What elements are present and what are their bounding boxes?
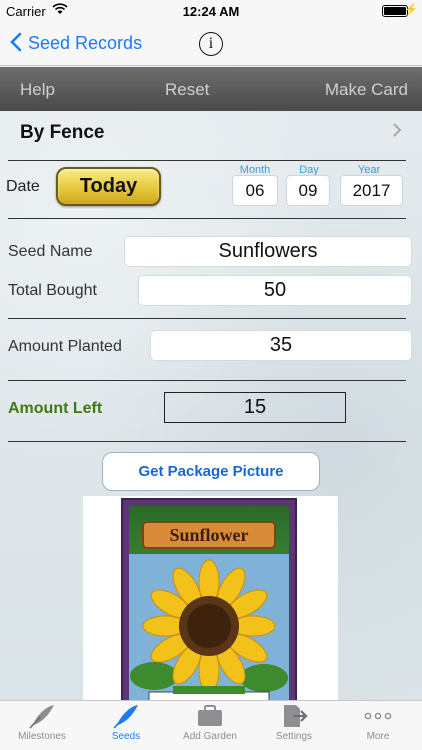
- tab-label: Seeds: [111, 731, 141, 742]
- total-bought-label: Total Bought: [8, 282, 97, 299]
- navigation-bar: Seed Records i: [0, 22, 422, 66]
- status-bar: Carrier 12:24 AM ⚡: [0, 0, 422, 22]
- amount-planted-field[interactable]: 35: [150, 330, 412, 361]
- tab-label: Add Garden: [183, 731, 237, 742]
- help-button[interactable]: Help: [20, 80, 55, 100]
- amount-planted-label: Amount Planted: [8, 338, 122, 355]
- tab-settings[interactable]: Settings: [252, 701, 336, 750]
- more-icon: [336, 701, 420, 731]
- packet-title: Sunflower: [169, 525, 248, 545]
- amount-left-value: 15: [164, 392, 346, 423]
- chevron-right-icon: [392, 122, 402, 143]
- day-field[interactable]: 09: [286, 175, 330, 206]
- back-button[interactable]: Seed Records: [10, 32, 142, 55]
- seed-packet-image: Sunflower: [121, 498, 297, 703]
- tab-milestones[interactable]: Milestones: [0, 701, 84, 750]
- divider: [8, 441, 406, 442]
- divider: [8, 380, 406, 381]
- package-picture: Sunflower: [83, 496, 338, 703]
- garden-title: By Fence: [20, 122, 105, 143]
- tab-seeds[interactable]: Seeds: [84, 701, 168, 750]
- today-button[interactable]: Today: [56, 167, 161, 206]
- chevron-left-icon: [10, 32, 22, 55]
- tab-label: Milestones: [18, 731, 66, 742]
- seed-name-label: Seed Name: [8, 243, 93, 260]
- tab-add-garden[interactable]: Add Garden: [168, 701, 252, 750]
- seed-name-field[interactable]: Sunflowers: [124, 236, 412, 267]
- tab-label: Settings: [275, 731, 313, 742]
- briefcase-icon: [168, 701, 252, 731]
- total-bought-field[interactable]: 50: [138, 275, 412, 306]
- divider: [8, 218, 406, 219]
- quill-icon: [84, 701, 168, 731]
- amount-left-label: Amount Left: [8, 400, 103, 417]
- clock: 12:24 AM: [182, 4, 240, 19]
- info-icon[interactable]: i: [199, 32, 223, 56]
- garden-selector[interactable]: By Fence: [0, 112, 422, 156]
- charging-icon: ⚡: [404, 4, 418, 16]
- toolbar: Help Reset Make Card: [0, 67, 422, 111]
- back-button-label: Seed Records: [28, 33, 143, 53]
- divider: [8, 160, 406, 161]
- document-arrow-icon: [252, 701, 336, 731]
- reset-button[interactable]: Reset: [165, 80, 209, 100]
- divider: [8, 318, 406, 319]
- quill-icon: [0, 701, 84, 731]
- tab-label: More: [366, 731, 390, 742]
- month-field[interactable]: 06: [232, 175, 278, 206]
- make-card-button[interactable]: Make Card: [325, 80, 408, 100]
- year-field[interactable]: 2017: [340, 175, 403, 206]
- date-label: Date: [6, 178, 40, 195]
- tab-more[interactable]: More: [336, 701, 420, 750]
- get-package-picture-button[interactable]: Get Package Picture: [102, 452, 320, 491]
- tab-bar: Milestones Seeds Add Garden Settings Mor…: [0, 700, 422, 750]
